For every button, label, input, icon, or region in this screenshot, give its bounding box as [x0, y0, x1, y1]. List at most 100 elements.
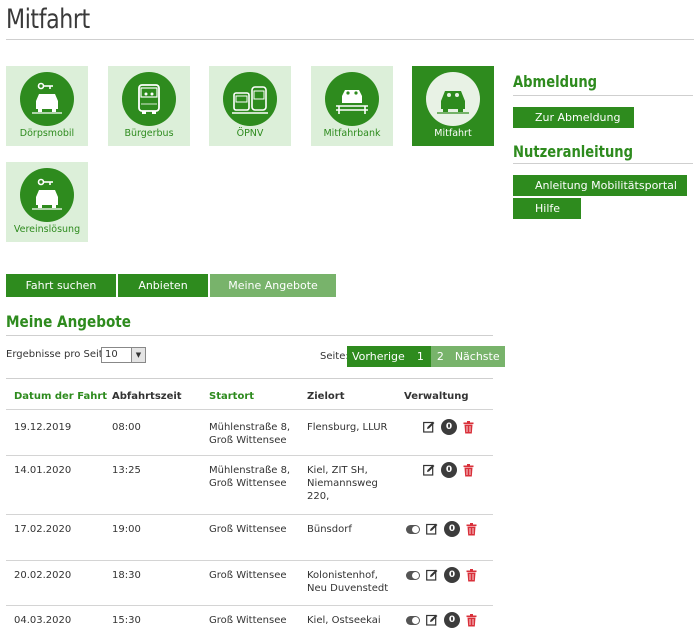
- abmeldung-heading: Abmeldung: [513, 72, 598, 91]
- cell-abfahrtszeit: 18:30: [112, 570, 141, 581]
- row-actions: 0: [406, 521, 477, 537]
- logout-button[interactable]: Zur Abmeldung: [513, 107, 634, 128]
- tile-dörpsmobil[interactable]: Dörpsmobil: [6, 66, 88, 146]
- cell-zielort: Kiel, ZIT SH, Niemannsweg 220,: [307, 464, 378, 503]
- edit-icon[interactable]: [426, 569, 438, 581]
- bookings-count-badge[interactable]: 0: [441, 419, 457, 435]
- bus-train-icon: [223, 72, 277, 126]
- tile-label: ÖPNV: [236, 128, 264, 139]
- startort-line: Groß Wittensee: [209, 570, 287, 581]
- delete-icon[interactable]: [466, 568, 477, 582]
- per-page-select[interactable]: 10 ▼: [101, 347, 146, 363]
- nutzeranleitung-divider: [513, 163, 693, 164]
- edit-icon[interactable]: [426, 614, 438, 626]
- cell-datum: 17.02.2020: [14, 524, 72, 535]
- row-divider: [6, 514, 493, 515]
- startort-line: Mühlenstraße 8,: [209, 422, 291, 433]
- cell-zielort: Flensburg, LLUR: [307, 421, 387, 434]
- toggle-icon[interactable]: [406, 615, 420, 625]
- zielort-line: Kiel, ZIT SH,: [307, 465, 368, 476]
- startort-line: Groß Wittensee: [209, 524, 287, 535]
- tile-label: Bürgerbus: [124, 128, 174, 139]
- tile-bürgerbus[interactable]: Bürgerbus: [108, 66, 190, 146]
- tile-label: Mitfahrt: [434, 128, 472, 139]
- tile-label: Mitfahrbank: [323, 128, 381, 139]
- row-actions: 0: [406, 612, 477, 628]
- startort-line: Groß Wittensee: [209, 478, 287, 489]
- col-header-verwaltung: Verwaltung: [404, 391, 469, 402]
- tab-meine-angebote[interactable]: Meine Angebote: [210, 274, 336, 297]
- tab-fahrt-suchen[interactable]: Fahrt suchen: [6, 274, 116, 297]
- row-actions: 0: [423, 462, 474, 478]
- car-people-icon: [426, 72, 480, 126]
- cell-abfahrtszeit: 08:00: [112, 422, 141, 433]
- zielort-line: Kiel, Ostseekai: [307, 615, 381, 626]
- toggle-icon[interactable]: [406, 570, 420, 580]
- bookings-count-badge[interactable]: 0: [444, 612, 460, 628]
- cell-zielort: Bünsdorf: [307, 523, 352, 536]
- delete-icon[interactable]: [466, 613, 477, 627]
- abmeldung-divider: [513, 95, 693, 96]
- col-header-datum[interactable]: Datum der Fahrt: [14, 391, 107, 402]
- edit-icon[interactable]: [423, 464, 435, 476]
- cell-zielort: Kolonistenhof, Neu Duvenstedt: [307, 569, 388, 595]
- col-header-startort[interactable]: Startort: [209, 391, 254, 402]
- cell-startort: Groß Wittensee: [209, 523, 287, 536]
- tab-anbieten[interactable]: Anbieten: [118, 274, 208, 297]
- col-header-zielort[interactable]: Zielort: [307, 391, 344, 402]
- bookings-count-badge[interactable]: 0: [444, 567, 460, 583]
- table-top-rule: [6, 378, 493, 379]
- edit-icon[interactable]: [426, 523, 438, 535]
- cell-startort: Groß Wittensee: [209, 614, 287, 627]
- tile-öpnv[interactable]: ÖPNV: [209, 66, 291, 146]
- row-actions: 0: [406, 567, 477, 583]
- delete-icon[interactable]: [463, 463, 474, 477]
- toggle-icon[interactable]: [406, 524, 420, 534]
- cell-datum: 20.02.2020: [14, 570, 72, 581]
- pagination-page-2[interactable]: 2: [430, 346, 450, 367]
- zielort-line: Flensburg, LLUR: [307, 422, 388, 433]
- tile-vereinslösung[interactable]: Vereinslösung: [6, 162, 88, 242]
- car-bench-icon: [325, 72, 379, 126]
- bookings-count-badge[interactable]: 0: [441, 462, 457, 478]
- delete-icon[interactable]: [463, 420, 474, 434]
- pagination-page-1[interactable]: 1: [409, 346, 431, 367]
- tile-label: Dörpsmobil: [19, 128, 75, 139]
- bookings-count-badge[interactable]: 0: [444, 521, 460, 537]
- car-key-icon: [20, 168, 74, 222]
- row-divider: [6, 409, 493, 410]
- section-title: Meine Angebote: [6, 312, 132, 331]
- row-actions: 0: [423, 419, 474, 435]
- cell-abfahrtszeit: 13:25: [112, 465, 141, 476]
- zielort-line: 220,: [307, 491, 330, 502]
- title-divider: [6, 39, 694, 40]
- cell-startort: Mühlenstraße 8, Groß Wittensee: [209, 421, 290, 447]
- cell-datum: 19.12.2019: [14, 422, 72, 433]
- zielort-line: Bünsdorf: [307, 524, 352, 535]
- cell-abfahrtszeit: 15:30: [112, 615, 141, 626]
- row-divider: [6, 605, 493, 606]
- zielort-line: Kolonistenhof,: [307, 570, 378, 581]
- pagination-prev[interactable]: Vorherige: [347, 346, 410, 367]
- tile-mitfahrbank[interactable]: Mitfahrbank: [311, 66, 393, 146]
- nutzeranleitung-heading: Nutzeranleitung: [513, 142, 634, 161]
- edit-icon[interactable]: [423, 421, 435, 433]
- car-key-icon: [20, 72, 74, 126]
- col-header-abfahrtszeit[interactable]: Abfahrtszeit: [112, 391, 182, 402]
- startort-line: Groß Wittensee: [209, 435, 287, 446]
- cell-datum: 04.03.2020: [14, 615, 72, 626]
- page-title: Mitfahrt: [6, 4, 90, 35]
- guide-button[interactable]: Anleitung Mobilitätsportal: [513, 175, 687, 196]
- zielort-line: Neu Duvenstedt: [307, 583, 389, 594]
- cell-abfahrtszeit: 19:00: [112, 524, 141, 535]
- help-button[interactable]: Hilfe: [513, 198, 581, 219]
- tile-label: Vereinslösung: [13, 224, 81, 235]
- cell-datum: 14.01.2020: [14, 465, 72, 476]
- pagination: Vorherige 1 2 Nächste: [347, 346, 505, 367]
- tile-mitfahrt[interactable]: Mitfahrt: [412, 66, 494, 146]
- startort-line: Groß Wittensee: [209, 615, 287, 626]
- zielort-line: Niemannsweg: [307, 478, 378, 489]
- row-divider: [6, 560, 493, 561]
- delete-icon[interactable]: [466, 522, 477, 536]
- pagination-next[interactable]: Nächste: [449, 346, 505, 367]
